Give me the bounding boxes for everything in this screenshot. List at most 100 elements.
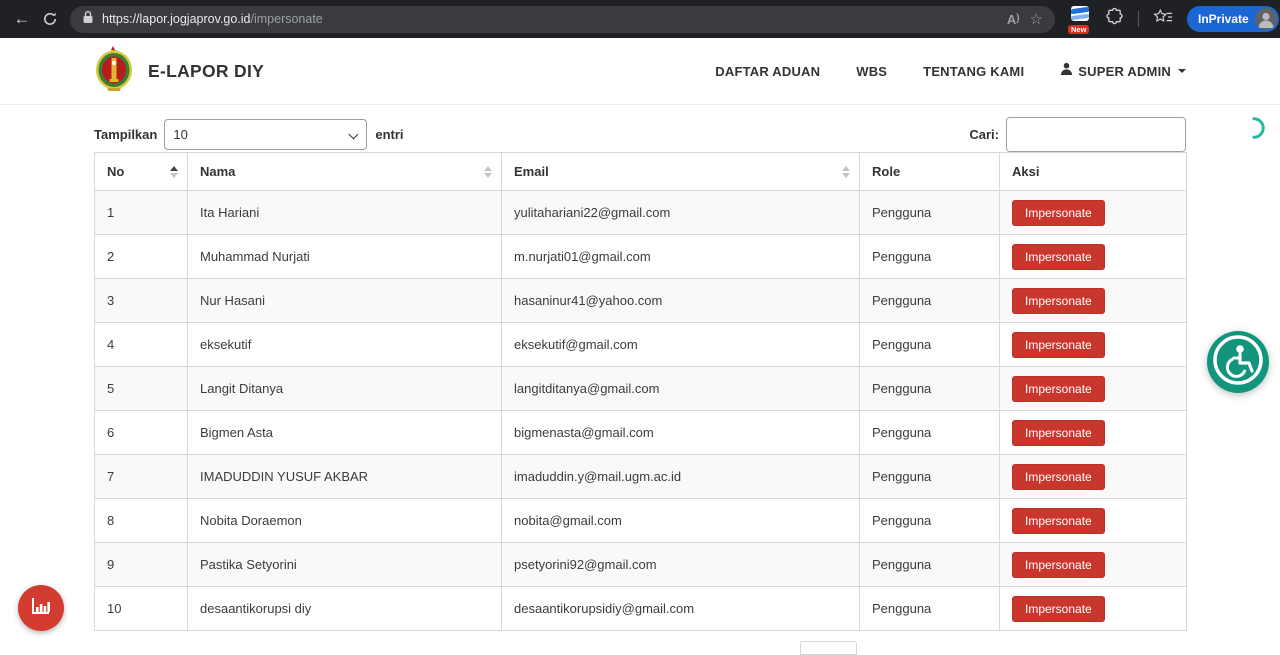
- cell-email: yulitahariani22@gmail.com: [502, 191, 860, 235]
- extension-icon[interactable]: New: [1069, 6, 1091, 32]
- cell-nama: Nur Hasani: [188, 279, 502, 323]
- inprivate-label: InPrivate: [1198, 12, 1249, 26]
- url-scheme: https://: [102, 12, 140, 26]
- cell-nama: IMADUDDIN YUSUF AKBAR: [188, 455, 502, 499]
- table-row: 5 Langit Ditanya langitditanya@gmail.com…: [95, 367, 1187, 411]
- cell-aksi: Impersonate: [1000, 411, 1187, 455]
- cell-no: 5: [95, 367, 188, 411]
- cell-email: bigmenasta@gmail.com: [502, 411, 860, 455]
- cell-role: Pengguna: [860, 191, 1000, 235]
- address-bar[interactable]: https://lapor.jogjaprov.go.id/impersonat…: [70, 6, 1055, 33]
- cell-email: imaduddin.y@mail.ugm.ac.id: [502, 455, 860, 499]
- impersonate-button[interactable]: Impersonate: [1012, 244, 1105, 270]
- pagination-button[interactable]: [800, 641, 857, 655]
- table-row: 9 Pastika Setyorini psetyorini92@gmail.c…: [95, 543, 1187, 587]
- cell-nama: Langit Ditanya: [188, 367, 502, 411]
- header-role[interactable]: Role: [860, 153, 1000, 191]
- impersonate-button[interactable]: Impersonate: [1012, 288, 1105, 314]
- extension-logo: [1071, 6, 1089, 21]
- header-email[interactable]: Email: [502, 153, 860, 191]
- accessibility-wheelchair-icon: [1210, 332, 1266, 393]
- impersonate-button[interactable]: Impersonate: [1012, 420, 1105, 446]
- user-icon: [1060, 62, 1073, 80]
- main-nav: DAFTAR ADUAN WBS TENTANG KAMI SUPER ADMI…: [715, 62, 1186, 80]
- new-badge: New: [1068, 25, 1089, 35]
- cell-email: hasaninur41@yahoo.com: [502, 279, 860, 323]
- brand[interactable]: E-LAPOR DIY: [94, 46, 264, 97]
- cell-email: psetyorini92@gmail.com: [502, 543, 860, 587]
- chevron-down-icon: [1178, 69, 1186, 73]
- table-row: 7 IMADUDDIN YUSUF AKBAR imaduddin.y@mail…: [95, 455, 1187, 499]
- sort-icon: [484, 166, 492, 178]
- favorite-star-icon[interactable]: ☆: [1030, 10, 1043, 28]
- impersonate-button[interactable]: Impersonate: [1012, 332, 1105, 358]
- cell-email: m.nurjati01@gmail.com: [502, 235, 860, 279]
- cell-nama: Ita Hariani: [188, 191, 502, 235]
- favorites-bar-icon[interactable]: [1153, 8, 1173, 31]
- cell-aksi: Impersonate: [1000, 191, 1187, 235]
- nav-wbs[interactable]: WBS: [856, 64, 887, 79]
- profile-avatar: [1255, 8, 1277, 30]
- nav-tentang-kami[interactable]: TENTANG KAMI: [923, 64, 1024, 79]
- cell-role: Pengguna: [860, 367, 1000, 411]
- accessibility-fab[interactable]: [1207, 331, 1269, 393]
- header-nama[interactable]: Nama: [188, 153, 502, 191]
- url-domain: lapor.jogjaprov.go.id: [140, 12, 251, 26]
- cell-aksi: Impersonate: [1000, 279, 1187, 323]
- cell-no: 6: [95, 411, 188, 455]
- back-icon[interactable]: ←: [8, 5, 36, 33]
- cell-aksi: Impersonate: [1000, 543, 1187, 587]
- cell-role: Pengguna: [860, 279, 1000, 323]
- impersonate-button[interactable]: Impersonate: [1012, 508, 1105, 534]
- cell-role: Pengguna: [860, 455, 1000, 499]
- table-row: 1 Ita Hariani yulitahariani22@gmail.com …: [95, 191, 1187, 235]
- lock-icon: [82, 10, 94, 29]
- cell-no: 9: [95, 543, 188, 587]
- inprivate-badge[interactable]: InPrivate: [1187, 6, 1279, 32]
- header-no[interactable]: No: [95, 153, 188, 191]
- users-table: No Nama Email Role Aksi 1 Ita Hariani yu…: [94, 152, 1187, 631]
- cell-email: langitditanya@gmail.com: [502, 367, 860, 411]
- table-row: 10 desaantikorupsi diy desaantikorupsidi…: [95, 587, 1187, 631]
- search-input[interactable]: [1006, 117, 1186, 152]
- impersonate-button[interactable]: Impersonate: [1012, 376, 1105, 402]
- cell-role: Pengguna: [860, 587, 1000, 631]
- cell-nama: Bigmen Asta: [188, 411, 502, 455]
- cell-aksi: Impersonate: [1000, 235, 1187, 279]
- cell-aksi: Impersonate: [1000, 499, 1187, 543]
- browser-toolbar: ← https://lapor.jogjaprov.go.id/imperson…: [0, 0, 1280, 38]
- read-aloud-icon[interactable]: A): [1007, 12, 1020, 27]
- cell-nama: eksekutif: [188, 323, 502, 367]
- impersonate-button[interactable]: Impersonate: [1012, 464, 1105, 490]
- url-path: /impersonate: [251, 12, 323, 26]
- search-label: Cari:: [969, 127, 999, 142]
- cell-role: Pengguna: [860, 411, 1000, 455]
- table-row: 6 Bigmen Asta bigmenasta@gmail.com Pengg…: [95, 411, 1187, 455]
- nav-daftar-aduan[interactable]: DAFTAR ADUAN: [715, 64, 820, 79]
- cell-no: 4: [95, 323, 188, 367]
- url-text: https://lapor.jogjaprov.go.id/impersonat…: [102, 12, 323, 26]
- sort-icon: [170, 166, 178, 178]
- cell-aksi: Impersonate: [1000, 587, 1187, 631]
- header-aksi[interactable]: Aksi: [1000, 153, 1187, 191]
- cell-no: 2: [95, 235, 188, 279]
- cell-email: nobita@gmail.com: [502, 499, 860, 543]
- cell-nama: Nobita Doraemon: [188, 499, 502, 543]
- bar-chart-icon: [29, 594, 53, 623]
- statistics-fab[interactable]: [18, 585, 64, 631]
- page-length-select[interactable]: 10: [164, 119, 367, 150]
- refresh-icon[interactable]: [36, 5, 64, 33]
- impersonate-button[interactable]: Impersonate: [1012, 200, 1105, 226]
- cell-nama: Pastika Setyorini: [188, 543, 502, 587]
- impersonate-button[interactable]: Impersonate: [1012, 552, 1105, 578]
- cell-email: desaantikorupsidiy@gmail.com: [502, 587, 860, 631]
- cell-role: Pengguna: [860, 323, 1000, 367]
- cell-nama: desaantikorupsi diy: [188, 587, 502, 631]
- loading-spinner: [1243, 117, 1265, 139]
- site-header: E-LAPOR DIY DAFTAR ADUAN WBS TENTANG KAM…: [0, 38, 1280, 105]
- impersonate-button[interactable]: Impersonate: [1012, 596, 1105, 622]
- extensions-puzzle-icon[interactable]: [1105, 7, 1124, 31]
- cell-nama: Muhammad Nurjati: [188, 235, 502, 279]
- user-menu[interactable]: SUPER ADMIN: [1060, 62, 1186, 80]
- cell-no: 7: [95, 455, 188, 499]
